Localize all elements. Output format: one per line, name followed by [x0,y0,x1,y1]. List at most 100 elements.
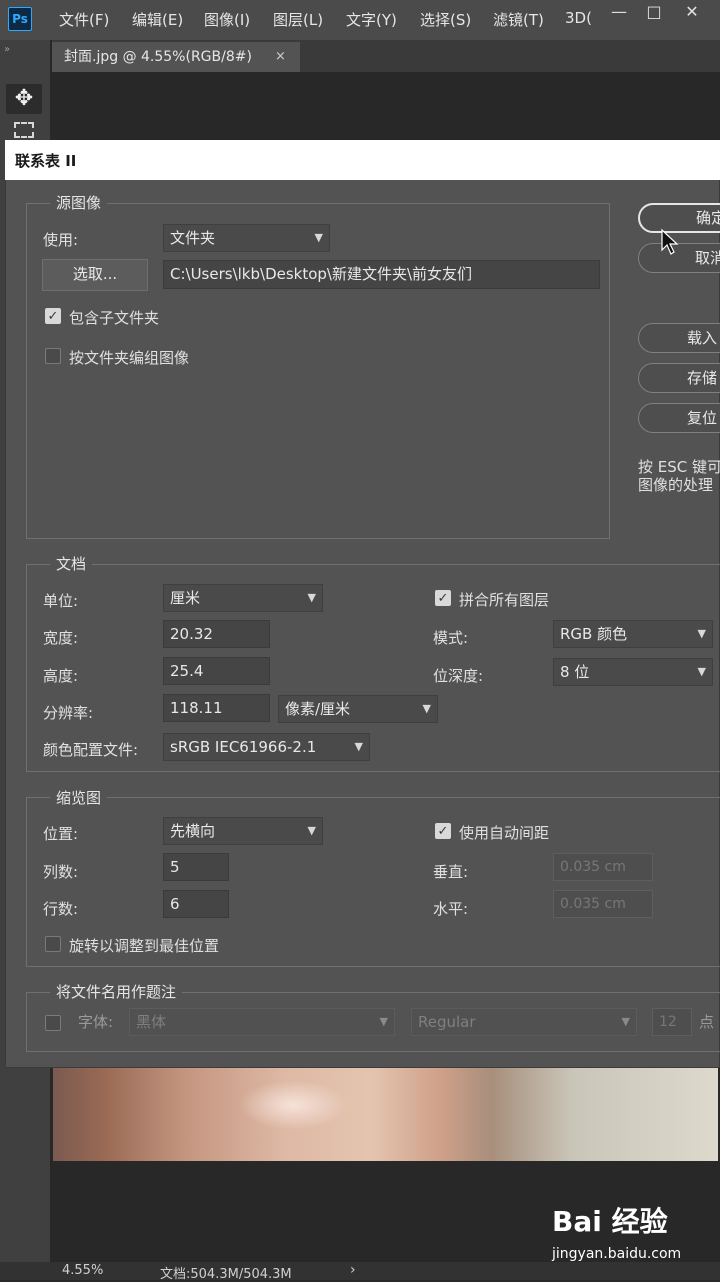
font-size-field[interactable]: 12 [652,1008,692,1036]
color-profile-label: 颜色配置文件: [43,741,139,759]
place-select-value: 先横向 [170,822,216,840]
close-icon[interactable]: ✕ [675,0,709,24]
resolution-unit-select[interactable]: 像素/厘米 ▼ [278,695,438,723]
bit-depth-label: 位深度: [433,667,484,685]
horizontal-spacing-field[interactable]: 0.035 cm [553,890,653,918]
filename-caption-checkbox[interactable] [45,1015,61,1031]
include-subfolders-label: 包含子文件夹 [69,309,160,327]
rows-label: 行数: [43,900,79,918]
thumbnails-title: 缩览图 [50,787,108,808]
maximize-icon[interactable]: □ [637,0,671,24]
rotate-best-fit-checkbox[interactable] [45,936,61,952]
bit-depth-value: 8 位 [560,663,590,681]
vertical-spacing-field[interactable]: 0.035 cm [553,853,653,881]
menu-image[interactable]: 图像(I) [204,9,250,30]
height-label: 高度: [43,667,79,685]
color-profile-select[interactable]: sRGB IEC61966-2.1 ▼ [163,733,370,761]
chevron-down-icon: ▼ [697,665,706,678]
panel-collapse-icon[interactable]: » [4,44,11,55]
zoom-level[interactable]: 4.55% [62,1263,103,1278]
menu-edit[interactable]: 编辑(E) [132,9,183,30]
document-title: 文档 [50,553,93,574]
tab-close-icon[interactable]: × [275,42,286,72]
mode-select[interactable]: RGB 颜色 ▼ [553,620,713,648]
resolution-label: 分辨率: [43,704,94,722]
source-images-title: 源图像 [50,192,108,213]
menu-3d[interactable]: 3D( [565,9,591,27]
bit-depth-select[interactable]: 8 位 ▼ [553,658,713,686]
chevron-down-icon: ▼ [697,627,706,640]
reset-button[interactable]: 复位 [638,403,720,433]
group-by-folder-label: 按文件夹编组图像 [69,349,190,367]
color-profile-value: sRGB IEC61966-2.1 [170,738,317,756]
rows-field[interactable]: 6 [163,890,229,918]
unit-label: 单位: [43,592,79,610]
columns-label: 列数: [43,863,79,881]
use-select-value: 文件夹 [170,229,216,247]
use-label: 使用: [43,231,79,249]
watermark-url: jingyan.baidu.com [552,1246,682,1262]
vertical-label: 垂直: [433,863,469,881]
auto-spacing-label: 使用自动间距 [459,824,550,842]
font-select-value: 黑体 [136,1013,167,1031]
menu-file[interactable]: 文件(F) [59,9,109,30]
menu-filter[interactable]: 滤镜(T) [493,9,544,30]
dialog-title: 联系表 II [15,152,77,170]
document-size-info: 文档:504.3M/504.3M [160,1267,292,1282]
mode-select-value: RGB 颜色 [560,625,628,643]
resolution-field[interactable]: 118.11 [163,694,270,722]
unit-select[interactable]: 厘米 ▼ [163,584,323,612]
flatten-layers-checkbox[interactable]: ✓ [435,590,451,606]
minimize-icon[interactable]: — [602,0,636,24]
resolution-unit-value: 像素/厘米 [285,700,351,718]
chevron-down-icon: ▼ [307,591,316,604]
dialog-titlebar[interactable] [5,140,720,180]
menu-type[interactable]: 文字(Y) [346,9,397,30]
menu-select[interactable]: 选择(S) [420,9,471,30]
unit-select-value: 厘米 [170,589,201,607]
esc-hint-line2: 图像的处理 [638,476,714,494]
source-images-group [26,203,610,539]
include-subfolders-checkbox[interactable]: ✓ [45,308,61,324]
font-style-value: Regular [418,1013,476,1031]
chevron-down-icon: ▼ [422,702,431,715]
chevron-down-icon: ▼ [621,1015,630,1028]
chevron-down-icon: ▼ [314,231,323,244]
mouse-cursor-icon [661,228,679,255]
save-button[interactable]: 存储 [638,363,720,393]
mode-label: 模式: [433,629,469,647]
chevron-down-icon: ▼ [354,740,363,753]
document-tab[interactable]: 封面.jpg @ 4.55%(RGB/8#) [52,42,300,72]
font-style-select[interactable]: Regular ▼ [411,1008,637,1036]
columns-field[interactable]: 5 [163,853,229,881]
baidu-jingyan-watermark: Bai 经验 [552,1205,668,1238]
height-field[interactable]: 25.4 [163,657,270,685]
move-tool-icon[interactable]: ✥ [6,84,42,114]
use-select[interactable]: 文件夹 ▼ [163,224,330,252]
marquee-tool-icon[interactable] [14,122,34,138]
font-size-unit: 点 [699,1013,715,1031]
group-by-folder-checkbox[interactable] [45,348,61,364]
font-select[interactable]: 黑体 ▼ [129,1008,395,1036]
canvas-image [53,1066,718,1161]
photoshop-logo-icon[interactable]: Ps [8,7,32,31]
place-select[interactable]: 先横向 ▼ [163,817,323,845]
status-bar [0,1262,720,1280]
chevron-down-icon: ▼ [379,1015,388,1028]
rotate-best-fit-label: 旋转以调整到最佳位置 [69,937,220,955]
width-field[interactable]: 20.32 [163,620,270,648]
flatten-layers-label: 拼合所有图层 [459,591,550,609]
font-label: 字体: [78,1013,114,1031]
chevron-down-icon: ▼ [307,824,316,837]
status-menu-arrow-icon[interactable]: › [350,1262,356,1278]
filename-caption-title: 将文件名用作题注 [50,981,183,1002]
horizontal-label: 水平: [433,900,469,918]
load-button[interactable]: 载入 [638,323,720,353]
place-label: 位置: [43,825,79,843]
auto-spacing-checkbox[interactable]: ✓ [435,823,451,839]
source-path-field[interactable]: C:\Users\lkb\Desktop\新建文件夹\前女友们 [163,260,600,289]
width-label: 宽度: [43,629,79,647]
menu-layer[interactable]: 图层(L) [273,9,323,30]
choose-button[interactable]: 选取... [42,259,148,291]
canvas-highlight [238,1080,348,1130]
